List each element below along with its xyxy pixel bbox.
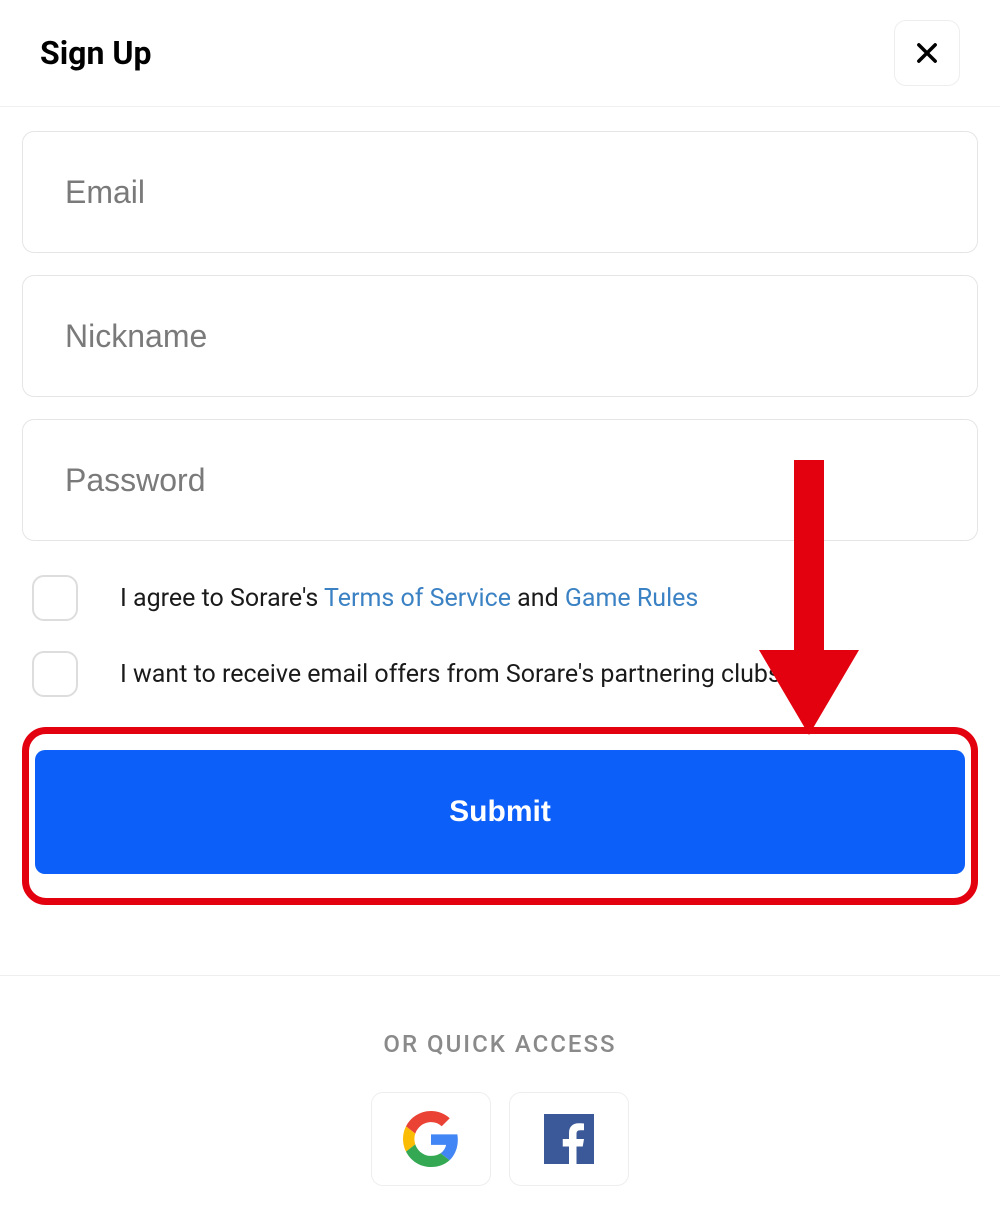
- terms-label: I agree to Sorare's Terms of Service and…: [120, 581, 698, 616]
- page-title: Sign Up: [40, 34, 151, 72]
- submit-highlight-box: Submit: [22, 727, 978, 905]
- terms-row: I agree to Sorare's Terms of Service and…: [22, 575, 978, 621]
- terms-prefix: I agree to Sorare's: [120, 584, 324, 613]
- password-field[interactable]: [22, 419, 978, 541]
- signup-form: I agree to Sorare's Terms of Service and…: [0, 107, 1000, 925]
- offers-row: I want to receive email offers from Sora…: [22, 651, 978, 697]
- social-buttons-row: [0, 1092, 1000, 1186]
- submit-button[interactable]: Submit: [35, 750, 965, 874]
- quick-access-label: OR QUICK ACCESS: [0, 1030, 1000, 1058]
- terms-middle: and: [511, 584, 565, 613]
- google-login-button[interactable]: [371, 1092, 491, 1186]
- terms-checkbox[interactable]: [32, 575, 78, 621]
- close-button[interactable]: [894, 20, 960, 86]
- offers-checkbox[interactable]: [32, 651, 78, 697]
- offers-label: I want to receive email offers from Sora…: [120, 657, 787, 692]
- facebook-login-button[interactable]: [509, 1092, 629, 1186]
- terms-of-service-link[interactable]: Terms of Service: [324, 584, 511, 613]
- google-icon: [403, 1111, 459, 1167]
- quick-access-section: OR QUICK ACCESS: [0, 976, 1000, 1186]
- close-icon: [913, 39, 941, 67]
- nickname-field[interactable]: [22, 275, 978, 397]
- modal-header: Sign Up: [0, 0, 1000, 107]
- email-field[interactable]: [22, 131, 978, 253]
- facebook-icon: [539, 1109, 599, 1169]
- game-rules-link[interactable]: Game Rules: [565, 584, 698, 613]
